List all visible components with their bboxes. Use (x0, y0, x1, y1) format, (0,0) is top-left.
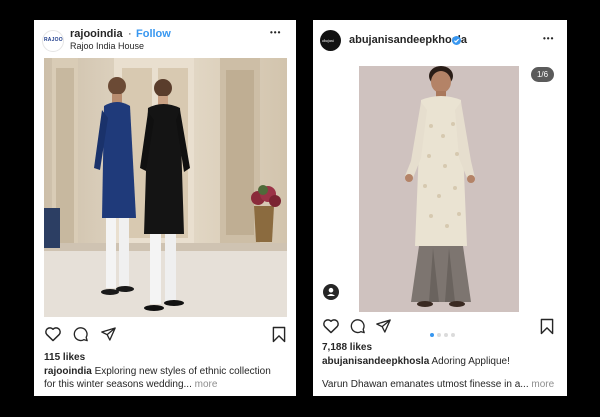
heart-icon[interactable] (322, 318, 340, 334)
more-options-icon[interactable]: ••• (543, 34, 554, 43)
user-tag-icon[interactable] (323, 284, 339, 300)
separator: · (128, 28, 132, 40)
avatar[interactable]: abujani (320, 30, 341, 51)
action-bar (44, 326, 288, 348)
share-icon[interactable] (375, 318, 392, 334)
image-counter-text: 1/6 (536, 70, 549, 79)
caption-username[interactable]: rajooindia (44, 366, 92, 377)
caption-second-line: Varun Dhawan emanates utmost finesse in … (322, 379, 562, 392)
avatar-logo-text: abujani (322, 38, 334, 43)
heart-icon[interactable] (44, 326, 62, 342)
post-header: abujani abujanisandeepkhosla ••• (313, 20, 567, 58)
more-options-icon[interactable]: ••• (270, 28, 281, 37)
avatar[interactable]: RAJOO (42, 30, 64, 52)
verified-icon (452, 36, 461, 45)
username[interactable]: abujanisandeepkhosla (349, 34, 467, 46)
carousel-dot[interactable] (436, 333, 441, 337)
caption-text-line2: Varun Dhawan emanates utmost finesse in … (322, 379, 529, 390)
carousel-dot[interactable] (450, 333, 455, 337)
share-icon[interactable] (100, 326, 117, 342)
user-tag-glyph (327, 287, 335, 296)
post-card-abujanisandeepkhosla: abujani abujanisandeepkhosla ••• 1/6 7,1… (313, 20, 567, 396)
post-card-rajooindia: RAJOO rajooindia · Follow Rajoo India Ho… (34, 20, 296, 396)
avatar-logo-text: RAJOO (44, 37, 63, 43)
photo-illustration (44, 58, 287, 317)
more-link[interactable]: more (531, 379, 554, 390)
carousel-dot-active[interactable] (429, 333, 434, 337)
carousel-dot[interactable] (443, 333, 448, 337)
caption-username[interactable]: abujanisandeepkhosla (322, 356, 429, 367)
more-link[interactable]: more (195, 379, 218, 390)
username[interactable]: rajooindia (70, 28, 123, 40)
likes-count[interactable]: 7,188 likes (322, 342, 372, 353)
location-label[interactable]: Rajoo India House (70, 41, 144, 51)
caption: rajooindia Exploring new styles of ethni… (44, 366, 284, 391)
post-image[interactable] (44, 58, 287, 317)
likes-count[interactable]: 115 likes (44, 352, 85, 363)
image-counter: 1/6 (531, 67, 554, 82)
bookmark-icon[interactable] (540, 318, 554, 335)
follow-button[interactable]: Follow (136, 28, 171, 40)
bookmark-icon[interactable] (272, 326, 286, 343)
comment-icon[interactable] (349, 318, 366, 334)
action-bar (322, 318, 558, 340)
comment-icon[interactable] (72, 326, 89, 342)
carousel-dots (428, 324, 456, 342)
post-header: RAJOO rajooindia · Follow Rajoo India Ho… (34, 20, 296, 58)
caption-text: Adoring Applique! (431, 356, 510, 367)
caption: abujanisandeepkhosla Adoring Applique! (322, 356, 558, 369)
post-image[interactable] (359, 66, 519, 312)
photo-illustration (359, 66, 519, 312)
